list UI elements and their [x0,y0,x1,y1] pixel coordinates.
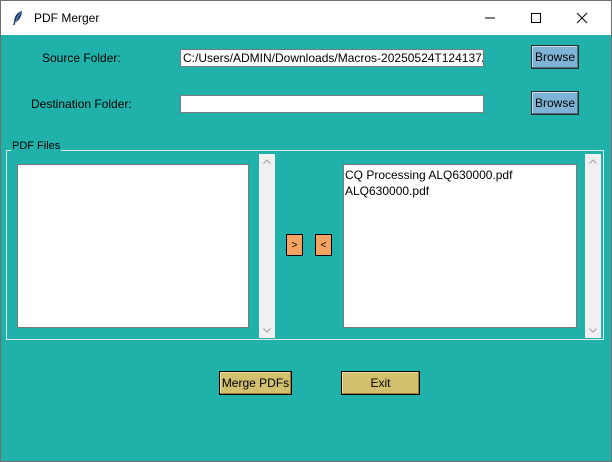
move-left-button[interactable]: < [315,234,332,256]
minimize-button[interactable] [467,1,513,35]
maximize-icon [531,13,541,23]
feather-icon [13,11,22,26]
title-bar: PDF Merger [1,1,611,35]
list-item[interactable]: ALQ630000.pdf [344,183,576,199]
available-list-scrollbar[interactable] [259,154,275,338]
destination-folder-label: Destination Folder: [31,97,132,111]
scroll-up-icon[interactable] [263,159,271,164]
source-folder-label: Source Folder: [42,51,121,65]
list-item[interactable]: CQ Processing ALQ630000.pdf [344,167,576,183]
source-browse-button[interactable]: Browse [531,45,579,69]
close-button[interactable] [559,1,605,35]
move-right-button[interactable]: > [286,234,303,256]
scroll-down-icon[interactable] [589,328,597,333]
selected-pdf-list[interactable]: CQ Processing ALQ630000.pdf ALQ630000.pd… [343,164,577,328]
selected-list-scrollbar[interactable] [585,154,601,338]
source-folder-input[interactable]: C:/Users/ADMIN/Downloads/Macros-20250524… [180,49,484,67]
exit-button[interactable]: Exit [341,371,420,395]
window-title: PDF Merger [34,11,100,25]
scroll-up-icon[interactable] [589,159,597,164]
merge-pdfs-button[interactable]: Merge PDFs [219,371,292,395]
destination-folder-input[interactable] [180,95,484,113]
maximize-button[interactable] [513,1,559,35]
scroll-down-icon[interactable] [263,328,271,333]
pdf-files-frame-label: PDF Files [11,140,62,152]
minimize-icon [485,17,495,19]
close-icon [576,12,588,24]
app-window: PDF Merger Source Folder: C:/Users/ADMIN… [0,0,612,462]
available-pdf-list[interactable] [17,164,249,328]
destination-browse-button[interactable]: Browse [531,91,579,115]
